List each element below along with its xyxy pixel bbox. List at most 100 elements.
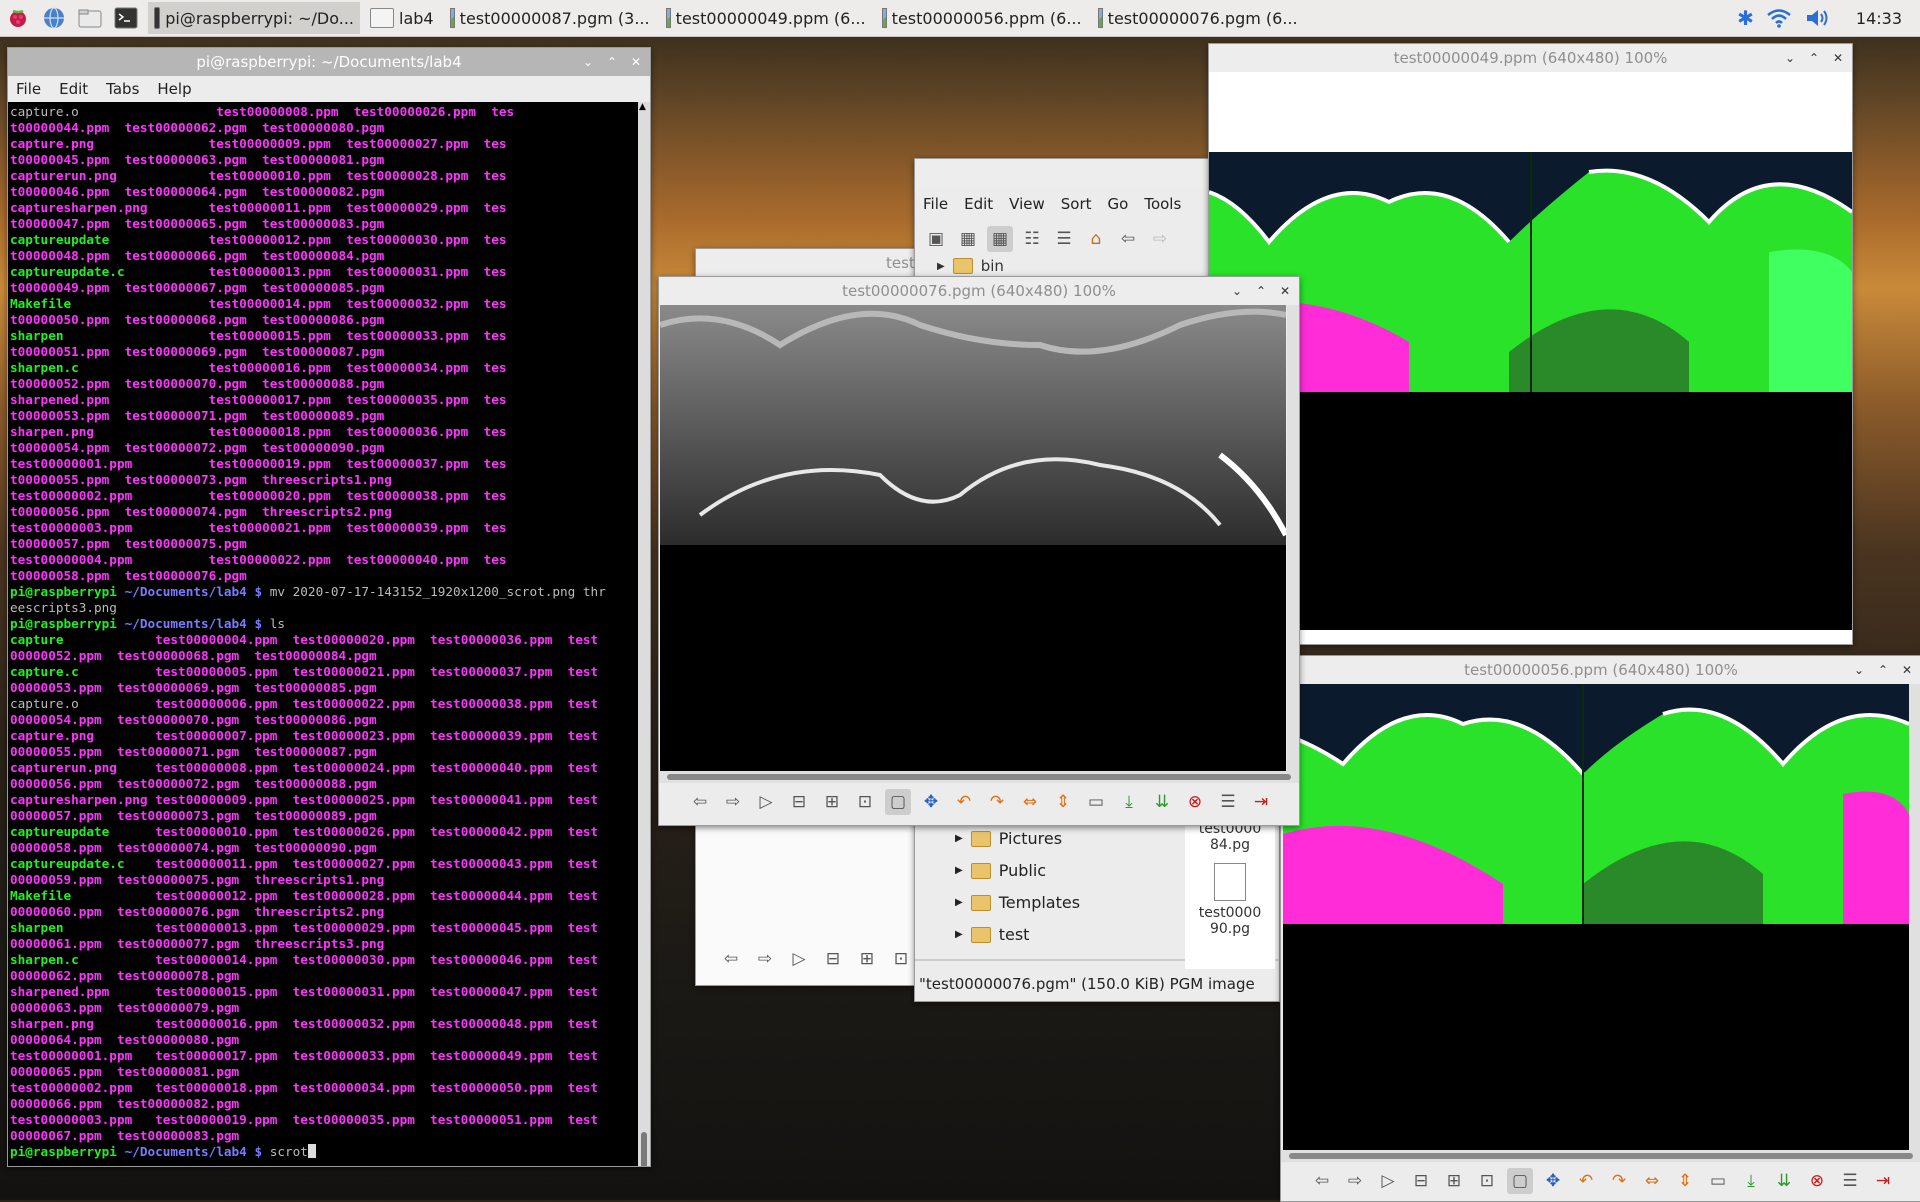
bluetooth-icon[interactable]: ✱ <box>1737 6 1754 30</box>
file-item-90[interactable]: test0000 90.pg <box>1185 905 1275 937</box>
slideshow-icon[interactable]: ▷ <box>1375 1168 1401 1194</box>
fit-icon[interactable]: ⊡ <box>1474 1168 1500 1194</box>
browser-launcher[interactable] <box>36 0 72 36</box>
image-viewer-49[interactable]: test00000049.ppm (640x480) 100% ⌄ ⌃ ✕ <box>1208 43 1853 645</box>
raspberry-menu-button[interactable] <box>0 0 36 36</box>
preferences-icon[interactable]: ☰ <box>1837 1168 1863 1194</box>
expander-icon[interactable]: ▶ <box>955 897 963 908</box>
close-button[interactable]: ✕ <box>1277 284 1293 298</box>
minimize-button[interactable]: ⌄ <box>1782 51 1798 65</box>
fm-menu-edit[interactable]: Edit <box>964 195 993 213</box>
taskbar-task-0[interactable]: pi@raspberrypi: ~/Do... <box>148 2 360 34</box>
thumbnail-view-icon[interactable]: ▦ <box>987 226 1013 252</box>
close-button[interactable]: ✕ <box>1830 51 1846 65</box>
terminal-scrollbar[interactable]: ▲ <box>638 102 650 1166</box>
close-button[interactable]: ✕ <box>628 55 644 69</box>
terminal-window[interactable]: pi@raspberrypi: ~/Documents/lab4 ⌄ ⌃ ✕ Fil… <box>7 47 651 1167</box>
image-viewer-76[interactable]: test00000076.pgm (640x480) 100% ⌄ ⌃ ✕ ⇦ ⇨ … <box>658 276 1300 826</box>
back-arrow-icon[interactable]: ⇦ <box>718 946 744 972</box>
maximize-button[interactable]: ⌃ <box>1806 51 1822 65</box>
tree-item-templates[interactable]: ▶ Templates <box>955 893 1080 912</box>
list-view-icon[interactable]: ☰ <box>1051 226 1077 252</box>
forward-arrow-icon[interactable]: ⇨ <box>752 946 778 972</box>
maximize-button[interactable]: ⌃ <box>604 55 620 69</box>
terminal-launcher[interactable] <box>108 0 144 36</box>
fm-menu-tools[interactable]: Tools <box>1144 195 1181 213</box>
maximize-button[interactable]: ⌃ <box>1253 284 1269 298</box>
maximize-button[interactable]: ⌃ <box>1875 663 1891 677</box>
flip-vertical-icon[interactable]: ⇕ <box>1050 789 1076 815</box>
viewer-56-vscroll[interactable] <box>1909 684 1920 1150</box>
previous-icon[interactable]: ⇦ <box>1309 1168 1335 1194</box>
zoom-in-icon[interactable]: ⊞ <box>854 946 880 972</box>
expander-icon[interactable]: ▶ <box>955 929 963 940</box>
quit-icon[interactable]: ⇥ <box>1870 1168 1896 1194</box>
taskbar-task-5[interactable]: test00000076.pgm (6... <box>1092 2 1304 34</box>
forward-icon[interactable]: ⇨ <box>1147 226 1173 252</box>
viewer-49-titlebar[interactable]: test00000049.ppm (640x480) 100% ⌄ ⌃ ✕ <box>1209 44 1852 72</box>
menu-file[interactable]: File <box>16 80 41 98</box>
quit-icon[interactable]: ⇥ <box>1248 789 1274 815</box>
rotate-left-icon[interactable]: ↶ <box>951 789 977 815</box>
back-icon[interactable]: ⇦ <box>1115 226 1141 252</box>
minimize-button[interactable]: ⌄ <box>1851 663 1867 677</box>
menu-edit[interactable]: Edit <box>59 80 88 98</box>
compact-view-icon[interactable]: ☷ <box>1019 226 1045 252</box>
tree-item-pictures[interactable]: ▶ Pictures <box>955 829 1062 848</box>
home-icon[interactable]: ⌂ <box>1083 226 1109 252</box>
wifi-icon[interactable] <box>1766 7 1792 29</box>
original-size-icon[interactable]: ▢ <box>885 789 911 815</box>
tree-item-test[interactable]: ▶ test <box>955 925 1029 944</box>
file-manager-launcher[interactable] <box>72 0 108 36</box>
zoom-in-icon[interactable]: ⊞ <box>819 789 845 815</box>
next-icon[interactable]: ⇨ <box>1342 1168 1368 1194</box>
minimize-button[interactable]: ⌄ <box>580 55 596 69</box>
flip-vertical-icon[interactable]: ⇕ <box>1672 1168 1698 1194</box>
taskbar-task-3[interactable]: test00000049.ppm (6... <box>660 2 872 34</box>
rotate-right-icon[interactable]: ↷ <box>1606 1168 1632 1194</box>
fullscreen-icon[interactable]: ✥ <box>918 789 944 815</box>
terminal-titlebar[interactable]: pi@raspberrypi: ~/Documents/lab4 ⌄ ⌃ ✕ <box>8 48 650 76</box>
viewer-76-titlebar[interactable]: test00000076.pgm (640x480) 100% ⌄ ⌃ ✕ <box>659 277 1299 305</box>
open-icon[interactable]: ▭ <box>1083 789 1109 815</box>
volume-icon[interactable] <box>1804 7 1830 29</box>
menu-tabs[interactable]: Tabs <box>106 80 139 98</box>
taskbar-task-1[interactable]: lab4 <box>364 2 440 34</box>
new-window-icon[interactable]: ▣ <box>923 226 949 252</box>
flip-horizontal-icon[interactable]: ⇔ <box>1017 789 1043 815</box>
image-viewer-56[interactable]: test00000056.ppm (640x480) 100% ⌄ ⌃ ✕ ⇦ ⇨ … <box>1280 655 1920 1202</box>
background-window-titlebar[interactable]: test <box>696 249 936 277</box>
play-icon[interactable]: ▷ <box>786 946 812 972</box>
fm-menu-view[interactable]: View <box>1009 195 1045 213</box>
icon-view-icon[interactable]: ▦ <box>955 226 981 252</box>
close-button[interactable]: ✕ <box>1899 663 1915 677</box>
fullscreen-icon[interactable]: ✥ <box>1540 1168 1566 1194</box>
save-icon[interactable]: ⤓ <box>1116 789 1142 815</box>
delete-icon[interactable]: ⊗ <box>1804 1168 1830 1194</box>
fm-menu-go[interactable]: Go <box>1108 195 1129 213</box>
expander-icon[interactable]: ▶ <box>955 865 963 876</box>
zoom-out-icon[interactable]: ⊟ <box>786 789 812 815</box>
fm-menu-file[interactable]: File <box>923 195 948 213</box>
fm-menu-sort[interactable]: Sort <box>1061 195 1092 213</box>
terminal-output[interactable]: capture.o test00000008.ppm test00000026.… <box>8 102 638 1166</box>
minimize-button[interactable]: ⌄ <box>1229 284 1245 298</box>
open-icon[interactable]: ▭ <box>1705 1168 1731 1194</box>
save-as-icon[interactable]: ⇊ <box>1149 789 1175 815</box>
flip-horizontal-icon[interactable]: ⇔ <box>1639 1168 1665 1194</box>
viewer-76-hscroll[interactable] <box>659 771 1299 783</box>
expander-icon[interactable]: ▶ <box>937 261 945 272</box>
rotate-left-icon[interactable]: ↶ <box>1573 1168 1599 1194</box>
delete-icon[interactable]: ⊗ <box>1182 789 1208 815</box>
zoom-out-icon[interactable]: ⊟ <box>820 946 846 972</box>
preferences-icon[interactable]: ☰ <box>1215 789 1241 815</box>
save-as-icon[interactable]: ⇊ <box>1771 1168 1797 1194</box>
menu-help[interactable]: Help <box>157 80 191 98</box>
expander-icon[interactable]: ▶ <box>955 833 963 844</box>
slideshow-icon[interactable]: ▷ <box>753 789 779 815</box>
clock[interactable]: 14:33 <box>1856 9 1902 28</box>
taskbar-task-4[interactable]: test00000056.ppm (6... <box>876 2 1088 34</box>
tree-item-public[interactable]: ▶ Public <box>955 861 1046 880</box>
next-icon[interactable]: ⇨ <box>720 789 746 815</box>
zoom-out-icon[interactable]: ⊟ <box>1408 1168 1434 1194</box>
